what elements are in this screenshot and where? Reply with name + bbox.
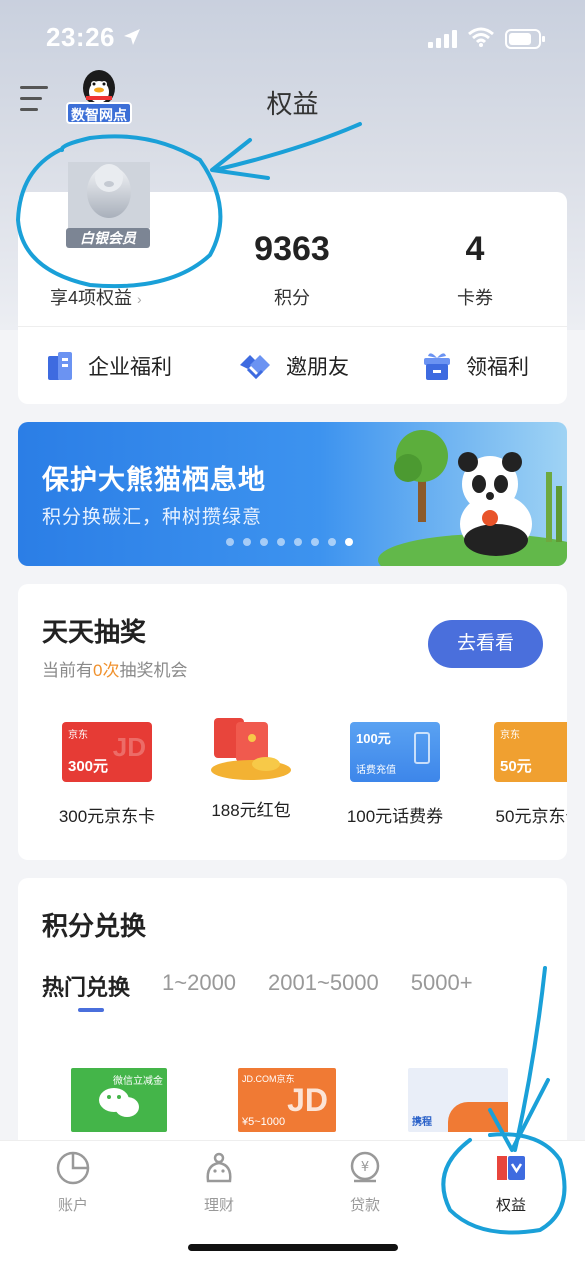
jd-card-image: 京东 50元: [494, 722, 567, 782]
home-indicator: [188, 1244, 398, 1251]
tab-5000-plus[interactable]: 5000+: [411, 970, 473, 1002]
piggy-icon: [206, 1152, 232, 1183]
prize-item[interactable]: 100元 话费充值 100元话费券: [330, 722, 460, 827]
wifi-icon: [468, 27, 494, 47]
page-title: 权益: [266, 89, 319, 119]
wechat-voucher-name: 微信立减金: [113, 1076, 163, 1087]
banner-title: 保护大熊猫栖息地: [42, 465, 266, 495]
tab-benefits-label: 权益: [495, 1197, 526, 1214]
gift-icon: [424, 353, 450, 380]
points-exchange-card: 积分兑换 热门兑换 1~2000 2001~5000 5000+ 微信立减金 J…: [18, 878, 567, 1178]
jd-card-item[interactable]: JD.COM京东 JD ¥5~1000: [238, 1068, 336, 1132]
active-tab-indicator: [78, 1008, 104, 1012]
carousel-dot[interactable]: [328, 538, 336, 546]
tab-account[interactable]: 账户: [0, 1151, 146, 1215]
carousel-dot[interactable]: [311, 538, 319, 546]
carousel-dot[interactable]: [226, 538, 234, 546]
points-value[interactable]: 9363: [212, 230, 372, 269]
member-level-label: 白银会员: [66, 228, 150, 248]
carousel-dots[interactable]: [226, 538, 353, 546]
enterprise-benefits-button[interactable]: 企业福利: [46, 348, 172, 384]
battery-icon: [505, 29, 545, 49]
nav-bar: 数智网点 权益: [0, 70, 585, 130]
prize-item[interactable]: 188元红包: [186, 716, 316, 821]
daily-lottery-card: 天天抽奖 当前有0次抽奖机会 去看看 京东 JD 300元 300元京东卡 18…: [18, 584, 567, 860]
panda-illustration-icon: [378, 430, 567, 566]
handshake-icon: [240, 355, 270, 380]
wechat-voucher-item[interactable]: 微信立减金: [71, 1068, 167, 1132]
carousel-dot-active[interactable]: [345, 538, 353, 546]
signal-icon: [428, 30, 457, 48]
prize-label: 300元京东卡: [58, 807, 156, 826]
tab-1-2000[interactable]: 1~2000: [162, 970, 236, 1002]
wechat-icon: [99, 1088, 139, 1117]
exchange-tabs: 热门兑换 1~2000 2001~5000 5000+: [42, 970, 505, 1002]
coupons-value[interactable]: 4: [395, 230, 555, 269]
lottery-title: 天天抽奖: [42, 617, 147, 647]
tab-wealth-label: 理财: [203, 1197, 234, 1214]
red-packet-icon: [211, 718, 291, 780]
prize-label: 100元话费券: [346, 807, 444, 826]
phone-credit-image: 100元 话费充值: [350, 722, 440, 782]
tab-2001-5000[interactable]: 2001~5000: [268, 970, 379, 1002]
carousel-dot[interactable]: [294, 538, 302, 546]
points-label: 积分: [274, 288, 310, 308]
phone-credit-value: 100元: [356, 731, 391, 746]
claim-benefits-label: 领福利: [466, 356, 529, 379]
ctrip-name: 携程: [412, 1117, 432, 1128]
carousel-dot[interactable]: [277, 538, 285, 546]
prize-item[interactable]: 京东 JD 300元 300元京东卡: [42, 722, 172, 827]
prize-item[interactable]: 京东 50元 50元京东卡: [474, 722, 567, 827]
jd-gift-range: ¥5~1000: [242, 1116, 286, 1128]
status-time: 23:26: [46, 22, 115, 52]
prize-label: 50元京东卡: [495, 807, 567, 826]
chevron-right-icon: ›: [137, 291, 142, 307]
invite-friends-button[interactable]: 邀朋友: [238, 348, 349, 384]
promo-banner[interactable]: 保护大熊猫栖息地 积分换碳汇，种树攒绿意: [18, 422, 567, 566]
carousel-dot[interactable]: [243, 538, 251, 546]
claim-benefits-button[interactable]: 领福利: [422, 348, 529, 384]
tab-account-label: 账户: [57, 1197, 88, 1214]
lottery-sub-prefix: 当前有: [42, 661, 93, 680]
status-bar: 23:26: [0, 0, 585, 76]
tab-loan[interactable]: ¥ 贷款: [292, 1151, 438, 1215]
member-card: 白银会员 享4项权益 › 9363 积分 4 卡券 企业福利 邀朋友 领福利: [18, 162, 567, 404]
invite-friends-label: 邀朋友: [286, 356, 349, 379]
benefits-link[interactable]: 享4项权益 ›: [50, 284, 142, 310]
jd-brand: 京东: [500, 730, 520, 741]
phone-credit-sub: 话费充值: [356, 765, 396, 776]
location-arrow-icon: [124, 29, 140, 45]
carousel-dot[interactable]: [260, 538, 268, 546]
yen-coin-icon: ¥: [350, 1151, 380, 1183]
jd-card-image: 京东 JD 300元: [62, 722, 152, 782]
lottery-sub-suffix: 抽奖机会: [119, 661, 188, 680]
tab-wealth[interactable]: 理财: [146, 1151, 292, 1215]
pie-chart-icon: [56, 1151, 90, 1185]
divider: [18, 326, 567, 327]
benefits-link-text: 享4项权益: [50, 288, 133, 308]
svg-text:¥: ¥: [361, 1160, 369, 1175]
prize-label: 188元红包: [211, 801, 291, 820]
jd-card-value: 300元: [68, 758, 109, 775]
ctrip-card-item[interactable]: 携程: [408, 1068, 508, 1132]
enterprise-icon: [48, 352, 72, 380]
view-lottery-button[interactable]: 去看看: [428, 620, 543, 668]
exchange-title: 积分兑换: [42, 911, 147, 941]
tab-hot[interactable]: 热门兑换: [42, 970, 130, 1002]
banner-subtitle: 积分换碳汇，种树攒绿意: [42, 507, 263, 528]
tab-loan-label: 贷款: [349, 1197, 380, 1214]
benefits-icon: [497, 1156, 525, 1180]
coupons-label: 卡券: [457, 288, 493, 308]
jd-brand: 京东: [68, 730, 88, 741]
lottery-subtitle: 当前有0次抽奖机会: [42, 661, 188, 680]
tab-benefits[interactable]: 权益: [438, 1151, 584, 1215]
jd-card-value: 50元: [500, 758, 532, 775]
enterprise-benefits-label: 企业福利: [88, 356, 172, 379]
